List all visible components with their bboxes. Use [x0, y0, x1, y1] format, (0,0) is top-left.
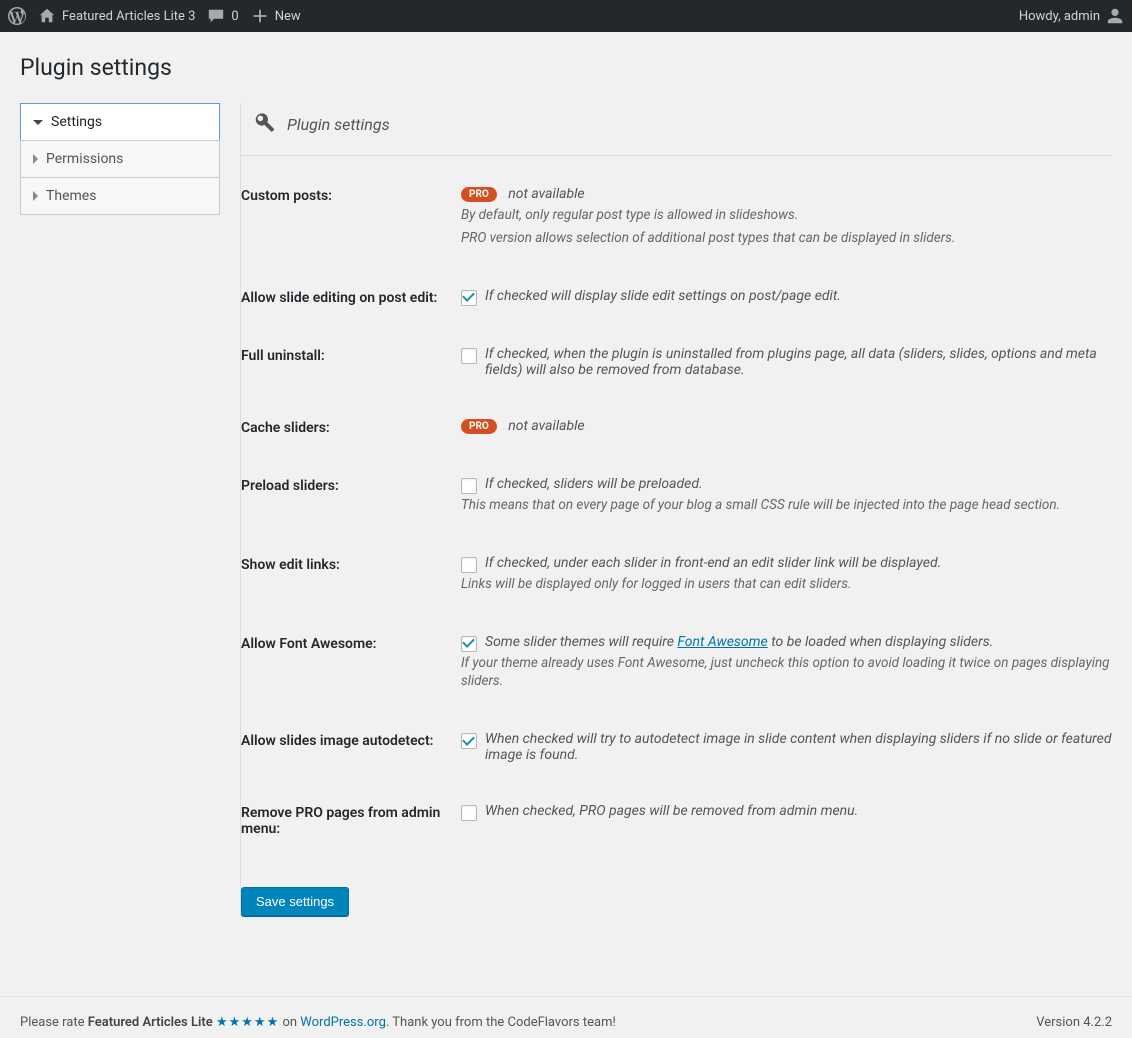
checkbox-label: If checked, sliders will be preloaded.	[485, 476, 703, 492]
caret-right-icon	[33, 154, 38, 164]
not-available-text: not available	[508, 418, 584, 434]
field-show-edit-links: Show edit links: If checked, under each …	[241, 555, 1112, 594]
checkbox-remove-pro[interactable]	[461, 805, 477, 821]
new-link[interactable]: New	[251, 7, 301, 25]
checkbox-font-awesome[interactable]	[461, 636, 477, 652]
new-label: New	[275, 9, 301, 24]
field-control: If checked, sliders will be preloaded. T…	[461, 476, 1112, 515]
wordpress-org-link[interactable]: WordPress.org	[300, 1015, 386, 1030]
tab-label: Permissions	[46, 151, 123, 167]
field-control: When checked, PRO pages will be removed …	[461, 803, 1112, 837]
field-control: Some slider themes will require Font Awe…	[461, 634, 1112, 692]
field-label: Allow Font Awesome:	[241, 634, 461, 692]
tab-permissions[interactable]: Permissions	[20, 140, 220, 178]
wrench-icon	[253, 111, 275, 137]
field-font-awesome: Allow Font Awesome: Some slider themes w…	[241, 634, 1112, 692]
wordpress-icon	[8, 7, 26, 25]
help-text: PRO version allows selection of addition…	[461, 229, 1112, 248]
field-control: If checked, when the plugin is uninstall…	[461, 346, 1112, 378]
greeting-text: Howdy, admin	[1019, 9, 1100, 24]
layout: Settings Permissions Themes Plugin setti…	[20, 103, 1112, 916]
site-link[interactable]: Featured Articles Lite 3	[38, 7, 195, 25]
field-label: Full uninstall:	[241, 346, 461, 378]
field-label: Allow slide editing on post edit:	[241, 288, 461, 306]
tab-themes[interactable]: Themes	[20, 177, 220, 215]
wp-logo[interactable]	[8, 7, 26, 25]
admin-bar-right: Howdy, admin	[1019, 7, 1124, 25]
checkbox-label: When checked will try to autodetect imag…	[485, 731, 1112, 763]
not-available-text: not available	[508, 186, 584, 202]
checkbox-slide-editing[interactable]	[461, 290, 477, 306]
field-cache-sliders: Cache sliders: PRO not available	[241, 418, 1112, 436]
version-text: Version 4.2.2	[1036, 1015, 1112, 1030]
page-title: Plugin settings	[20, 54, 1112, 81]
pro-badge: PRO	[461, 419, 497, 434]
plus-icon	[251, 7, 269, 25]
field-label: Preload sliders:	[241, 476, 461, 515]
help-text: This means that on every page of your bl…	[461, 496, 1112, 515]
footer-left: Please rate Featured Articles Lite ★★★★★…	[20, 1015, 616, 1030]
admin-bar-left: Featured Articles Lite 3 0 New	[8, 7, 301, 25]
tab-label: Themes	[46, 188, 96, 204]
caret-down-icon	[33, 120, 43, 125]
avatar-icon	[1106, 7, 1124, 25]
field-label: Allow slides image autodetect:	[241, 731, 461, 763]
field-control: PRO not available By default, only regul…	[461, 186, 1112, 248]
rating-stars[interactable]: ★★★★★	[216, 1015, 279, 1030]
save-settings-button[interactable]: Save settings	[241, 887, 349, 916]
field-slide-editing: Allow slide editing on post edit: If che…	[241, 288, 1112, 306]
checkbox-label: Some slider themes will require Font Awe…	[485, 634, 993, 650]
field-control: PRO not available	[461, 418, 1112, 436]
checkbox-label: If checked will display slide edit setti…	[485, 288, 841, 304]
field-control: If checked will display slide edit setti…	[461, 288, 1112, 306]
checkbox-preload-sliders[interactable]	[461, 478, 477, 494]
tab-settings[interactable]: Settings	[20, 103, 220, 141]
field-full-uninstall: Full uninstall: If checked, when the plu…	[241, 346, 1112, 378]
field-remove-pro: Remove PRO pages from admin menu: When c…	[241, 803, 1112, 837]
field-autodetect: Allow slides image autodetect: When chec…	[241, 731, 1112, 763]
help-text: By default, only regular post type is al…	[461, 206, 1112, 225]
house-icon	[38, 7, 56, 25]
caret-right-icon	[33, 191, 38, 201]
checkbox-autodetect[interactable]	[461, 733, 477, 749]
checkbox-show-edit-links[interactable]	[461, 557, 477, 573]
field-label: Show edit links:	[241, 555, 461, 594]
field-label: Custom posts:	[241, 186, 461, 248]
comments-link[interactable]: 0	[207, 7, 238, 25]
comment-icon	[207, 7, 225, 25]
section-title: Plugin settings	[287, 115, 390, 134]
footer-product-name: Featured Articles Lite	[88, 1015, 216, 1030]
checkbox-label: If checked, under each slider in front-e…	[485, 555, 941, 571]
font-awesome-link[interactable]: Font Awesome	[677, 634, 767, 650]
checkbox-full-uninstall[interactable]	[461, 348, 477, 364]
content-wrap: Plugin settings Settings Permissions The…	[0, 32, 1132, 956]
field-preload-sliders: Preload sliders: If checked, sliders wil…	[241, 476, 1112, 515]
comment-count: 0	[231, 9, 238, 24]
admin-bar: Featured Articles Lite 3 0 New Howdy, ad…	[0, 0, 1132, 32]
field-control: When checked will try to autodetect imag…	[461, 731, 1112, 763]
checkbox-label: When checked, PRO pages will be removed …	[485, 803, 858, 819]
field-label: Cache sliders:	[241, 418, 461, 436]
field-custom-posts: Custom posts: PRO not available By defau…	[241, 186, 1112, 248]
footer: Please rate Featured Articles Lite ★★★★★…	[0, 996, 1132, 1038]
help-text: If your theme already uses Font Awesome,…	[461, 654, 1112, 692]
pro-badge: PRO	[461, 187, 497, 202]
help-text: Links will be displayed only for logged …	[461, 575, 1112, 594]
site-name-text: Featured Articles Lite 3	[62, 9, 195, 24]
account-link[interactable]: Howdy, admin	[1019, 7, 1124, 25]
tab-label: Settings	[51, 114, 102, 130]
main-panel: Plugin settings Custom posts: PRO not av…	[240, 103, 1112, 916]
sidebar-tabs: Settings Permissions Themes	[20, 103, 220, 916]
field-control: If checked, under each slider in front-e…	[461, 555, 1112, 594]
field-label: Remove PRO pages from admin menu:	[241, 803, 461, 837]
checkbox-label: If checked, when the plugin is uninstall…	[485, 346, 1112, 378]
section-header: Plugin settings	[241, 103, 1112, 156]
